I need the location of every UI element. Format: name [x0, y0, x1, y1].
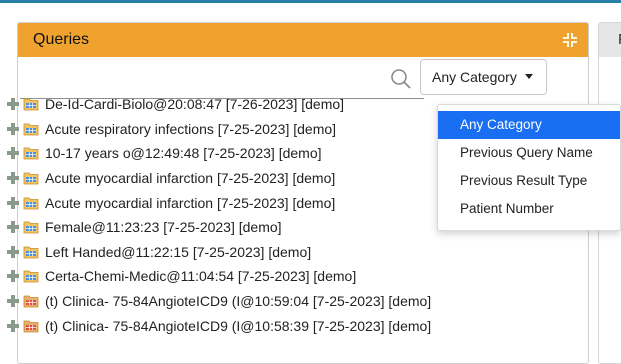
query-tree-item[interactable]: (t) Clinica- 75-84AngioteICD9 (I@10:58:3…	[6, 313, 566, 338]
query-folder-icon	[23, 271, 39, 283]
collapse-icon[interactable]	[562, 32, 578, 48]
top-accent-line	[0, 0, 621, 3]
query-label: 10-17 years o@12:49:48 [7-25-2023] [demo…	[45, 145, 322, 162]
expand-plus-icon[interactable]	[6, 220, 20, 234]
search-icon[interactable]	[390, 68, 412, 90]
expand-plus-icon[interactable]	[6, 294, 20, 308]
query-folder-icon	[23, 98, 39, 111]
category-select[interactable]: Any Category	[420, 59, 547, 95]
query-folder-icon	[23, 197, 39, 210]
query-label: De-Id-Cardi-Biolo@20:08:47 [7-26-2023] […	[45, 96, 345, 113]
query-label: Certa-Chemi-Medic@11:04:54 [7-25-2023] […	[45, 268, 357, 285]
query-folder-icon	[23, 172, 39, 185]
query-label: Acute myocardial infarction [7-25-2023] …	[45, 194, 336, 211]
expand-plus-icon[interactable]	[6, 122, 20, 136]
query-label: Acute myocardial infarction [7-25-2023] …	[45, 170, 336, 187]
category-option[interactable]: Previous Result Type	[438, 167, 620, 195]
query-folder-icon	[23, 148, 39, 160]
queries-panel-header: Queries	[18, 23, 588, 57]
query-label: (t) Clinica- 75-84AngioteICD9 (I@10:58:3…	[45, 317, 432, 334]
expand-plus-icon[interactable]	[6, 97, 20, 111]
category-dropdown-menu: Any Category Previous Query Name Previous …	[437, 104, 621, 231]
query-tree-item[interactable]: (t) Clinica- 75-84AngioteICD9 (I@10:59:0…	[6, 289, 566, 314]
expand-plus-icon[interactable]	[6, 196, 20, 210]
expand-plus-icon[interactable]	[6, 269, 20, 283]
panel-title: Queries	[33, 31, 90, 48]
category-option[interactable]: Patient Number	[438, 195, 620, 223]
expand-plus-icon[interactable]	[6, 245, 20, 259]
temporal-query-folder-icon	[23, 295, 39, 308]
expand-plus-icon[interactable]	[6, 319, 20, 333]
expand-plus-icon[interactable]	[6, 146, 20, 160]
expand-plus-icon[interactable]	[6, 171, 20, 185]
category-select-value: Any Category	[432, 69, 517, 85]
query-tree-item[interactable]: Certa-Chemi-Medic@11:04:54 [7-25-2023] […	[6, 264, 566, 289]
query-label: (t) Clinica- 75-84AngioteICD9 (I@10:59:0…	[45, 293, 432, 310]
category-option[interactable]: Any Category	[438, 111, 620, 139]
query-label: Female@11:23:23 [7-25-2023] [demo]	[45, 219, 282, 236]
query-folder-icon	[23, 246, 39, 259]
query-label: Acute respiratory infections [7-25-2023]…	[45, 120, 337, 137]
query-folder-icon	[23, 221, 39, 234]
query-folder-icon	[23, 123, 39, 136]
category-option[interactable]: Previous Query Name	[438, 139, 620, 167]
query-tree-item[interactable]: Left Handed@11:22:15 [7-25-2023] [demo]	[6, 240, 566, 265]
temporal-query-folder-icon	[23, 320, 39, 333]
caret-down-icon	[525, 74, 533, 79]
query-label: Left Handed@11:22:15 [7-25-2023] [demo]	[45, 243, 312, 260]
